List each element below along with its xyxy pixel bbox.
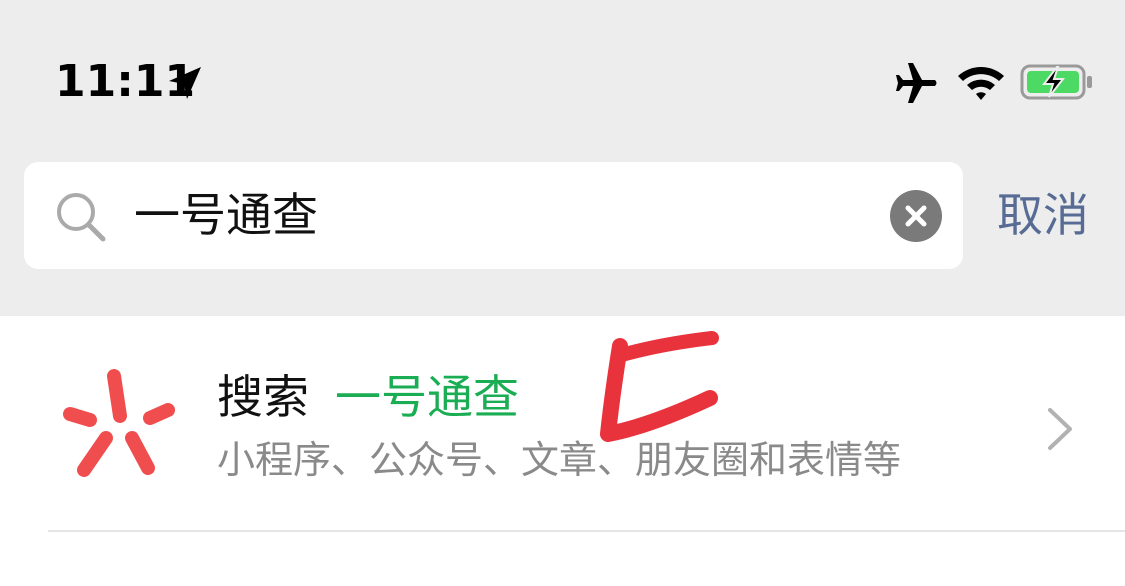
status-bar: 11:11 xyxy=(0,0,1125,140)
search-icon xyxy=(57,193,106,242)
location-arrow-icon xyxy=(169,67,201,99)
battery-charging-icon xyxy=(1020,64,1092,100)
result-title-query: 一号通查 xyxy=(335,370,519,424)
search-result-row[interactable]: 搜索 一号通查 小程序、公众号、文章、朋友圈和表情等 xyxy=(0,316,1125,530)
search-bar xyxy=(24,162,963,269)
chevron-right-icon xyxy=(1048,408,1072,450)
wifi-icon xyxy=(958,67,1004,100)
airplane-icon xyxy=(896,63,937,103)
result-title-prefix: 搜索 xyxy=(217,370,309,424)
clear-search-button[interactable] xyxy=(890,190,942,242)
clear-icon xyxy=(905,205,927,227)
cancel-button[interactable]: 取消 xyxy=(997,184,1089,246)
wechat-search-icon xyxy=(63,369,175,477)
divider xyxy=(48,530,1125,532)
result-title: 搜索 一号通查 xyxy=(217,366,519,428)
search-input[interactable] xyxy=(134,184,874,246)
search-header: 11:11 取消 xyxy=(0,0,1125,316)
handwritten-mark xyxy=(600,331,719,442)
result-subtitle: 小程序、公众号、文章、朋友圈和表情等 xyxy=(217,438,902,482)
